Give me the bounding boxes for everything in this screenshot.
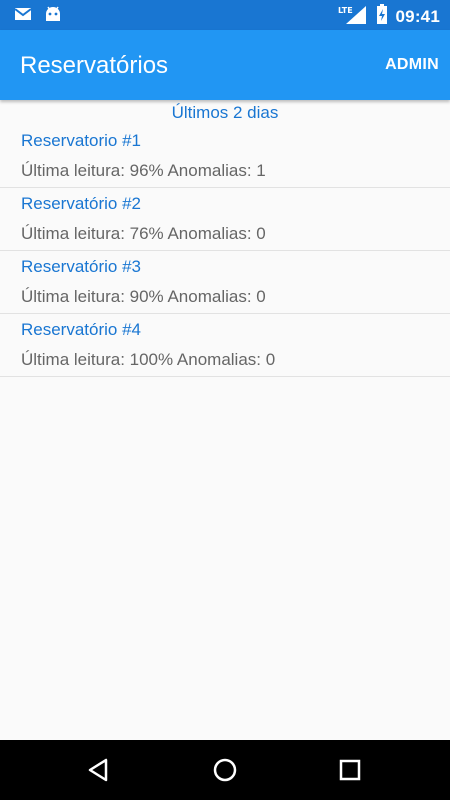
email-icon bbox=[14, 7, 32, 26]
admin-button[interactable]: ADMIN bbox=[385, 56, 439, 74]
reservoir-info: Última leitura: 76% Anomalias: 0 bbox=[21, 224, 266, 243]
reservoir-name: Reservatório #3 bbox=[21, 257, 142, 276]
reservoir-info: Última leitura: 100% Anomalias: 0 bbox=[21, 350, 276, 369]
list-item[interactable]: Reservatório #4 Última leitura: 100% Ano… bbox=[0, 314, 450, 377]
lte-icon: LTE bbox=[338, 4, 368, 29]
list-item[interactable]: Reservatorio #1 Última leitura: 96% Anom… bbox=[0, 125, 450, 188]
back-icon[interactable] bbox=[84, 755, 114, 785]
home-icon[interactable] bbox=[210, 755, 240, 785]
period-label: Últimos 2 dias bbox=[171, 103, 279, 122]
reservoir-info: Última leitura: 90% Anomalias: 0 bbox=[21, 287, 266, 306]
recents-icon[interactable] bbox=[335, 755, 365, 785]
list-item[interactable]: Reservatório #3 Última leitura: 90% Anom… bbox=[0, 251, 450, 314]
status-bar: LTE 09:41 bbox=[0, 0, 450, 30]
reservoir-name: Reservatório #2 bbox=[21, 194, 142, 213]
list-item[interactable]: Reservatório #2 Última leitura: 76% Anom… bbox=[0, 188, 450, 251]
app-bar: Reservatórios ADMIN bbox=[0, 30, 450, 100]
reservoir-name: Reservatorio #1 bbox=[21, 131, 142, 150]
reservoir-list: Últimos 2 dias Reservatorio #1 Última le… bbox=[0, 100, 450, 377]
android-icon bbox=[44, 6, 62, 27]
reservoir-info: Última leitura: 96% Anomalias: 1 bbox=[21, 161, 266, 180]
page-title: Reservatórios bbox=[20, 52, 169, 79]
reservoir-name: Reservatório #4 bbox=[21, 320, 142, 339]
battery-icon bbox=[376, 4, 388, 29]
navigation-bar bbox=[0, 740, 450, 800]
network-type-label: LTE bbox=[338, 6, 353, 15]
status-time: 09:41 bbox=[395, 6, 440, 26]
